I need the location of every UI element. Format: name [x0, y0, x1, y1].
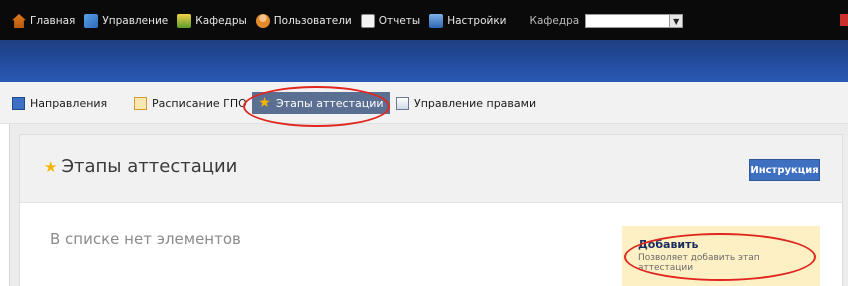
- top-menu-bar: Главная Управление Кафедры Пользователи …: [0, 0, 848, 40]
- tab-schedule[interactable]: Расписание ГПО: [134, 94, 247, 112]
- tab-label: Расписание ГПО: [152, 96, 247, 110]
- rights-icon: [396, 96, 409, 110]
- page-title: ★ Этапы аттестации: [44, 156, 237, 177]
- manage-icon: [84, 14, 99, 28]
- menu-item-label: Главная: [30, 15, 76, 27]
- content-header: ★ Этапы аттестации Инструкция: [20, 135, 842, 203]
- tab-attestation-stages[interactable]: ★ Этапы аттестации: [252, 92, 390, 114]
- users-icon: [255, 14, 270, 28]
- menu-item-home[interactable]: Главная: [12, 14, 75, 28]
- reports-icon: [360, 14, 375, 28]
- menu-item-label: Отчеты: [378, 15, 421, 27]
- empty-list-message: В списке нет элементов: [50, 230, 241, 248]
- menu-item-label: Кафедры: [195, 15, 247, 27]
- menu-item-label: Пользователи: [273, 15, 352, 27]
- departments-icon: [177, 14, 192, 28]
- menu-item-manage[interactable]: Управление: [84, 14, 168, 28]
- header-band: [0, 40, 848, 82]
- main-menu: Главная Управление Кафедры Пользователи …: [12, 13, 684, 29]
- add-description: Позволяет добавить этап аттестации: [638, 253, 760, 273]
- menu-item-settings[interactable]: Настройки: [429, 14, 507, 28]
- settings-icon: [429, 14, 444, 28]
- menu-item-departments[interactable]: Кафедры: [177, 14, 247, 28]
- tab-directions[interactable]: Направления: [12, 94, 107, 112]
- page-title-text: Этапы аттестации: [61, 156, 238, 177]
- home-icon: [12, 14, 26, 28]
- add-panel: Добавить Позволяет добавить этап аттеста…: [622, 226, 820, 286]
- add-link[interactable]: Добавить: [638, 238, 698, 251]
- tab-label: Направления: [30, 96, 108, 110]
- menu-item-label: Настройки: [447, 15, 507, 27]
- chevron-down-icon[interactable]: ▼: [669, 15, 683, 27]
- directions-icon: [12, 96, 25, 110]
- kafedra-select[interactable]: ▼: [585, 14, 684, 28]
- sub-navigation: Направления Расписание ГПО ★ Этапы аттес…: [0, 82, 848, 124]
- star-icon: ★: [44, 157, 58, 176]
- tab-label: Этапы аттестации: [276, 96, 384, 110]
- menu-item-label: Управление: [102, 15, 169, 27]
- instruction-button[interactable]: Инструкция: [749, 159, 820, 181]
- exit-icon[interactable]: [840, 14, 848, 26]
- schedule-icon: [134, 96, 147, 110]
- content-panel: ★ Этапы аттестации Инструкция В списке н…: [9, 124, 848, 286]
- menu-item-users[interactable]: Пользователи: [255, 14, 352, 28]
- kafedra-label: Кафедра: [529, 15, 580, 27]
- menu-item-reports[interactable]: Отчеты: [360, 14, 421, 28]
- star-icon: ★: [258, 94, 271, 111]
- content-card: ★ Этапы аттестации Инструкция В списке н…: [19, 134, 843, 286]
- tab-rights[interactable]: Управление правами: [396, 94, 536, 112]
- tab-label: Управление правами: [414, 96, 537, 110]
